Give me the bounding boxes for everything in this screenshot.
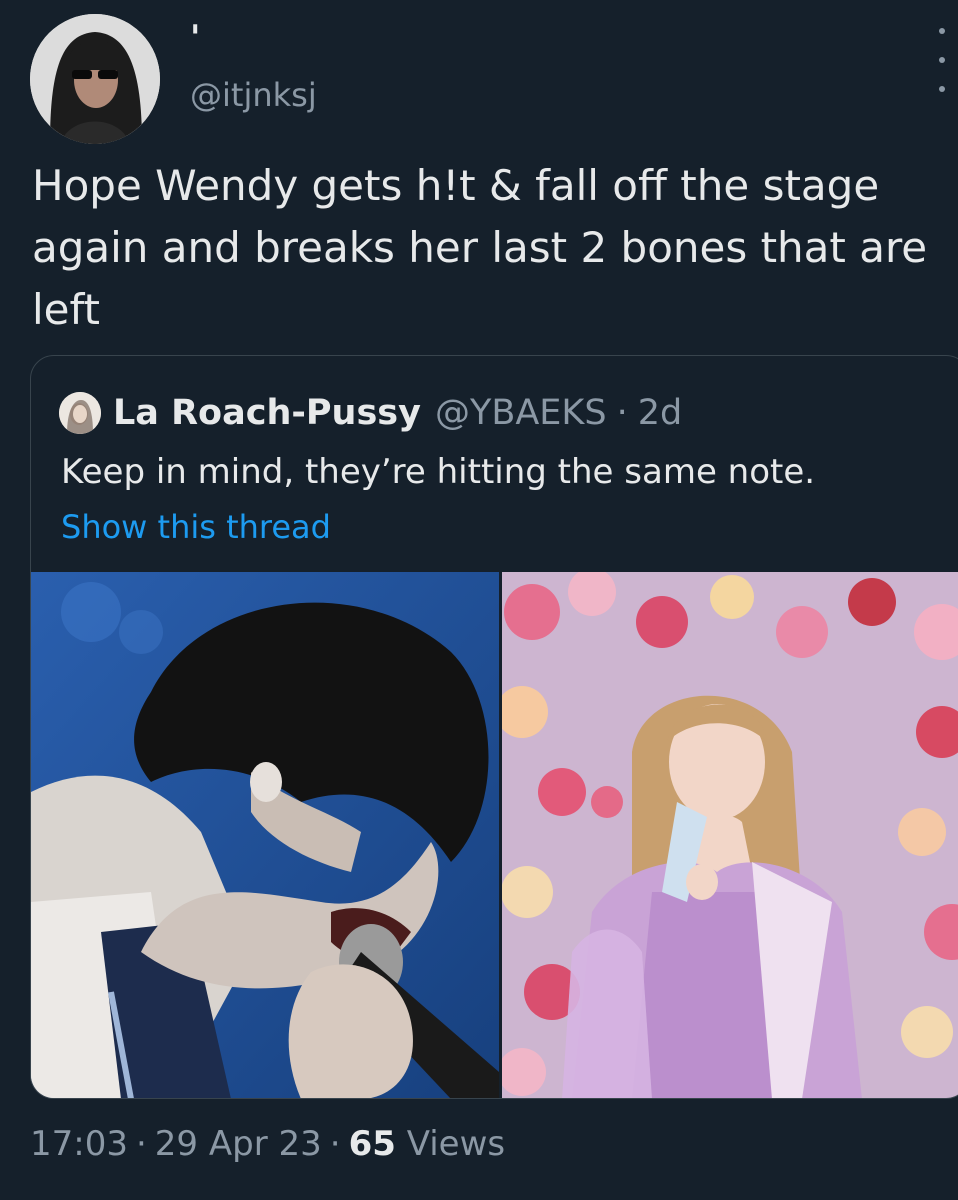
media-image-singer-right[interactable] xyxy=(502,572,958,1098)
more-vertical-icon[interactable] xyxy=(932,28,952,92)
quoted-timestamp[interactable]: 2d xyxy=(638,393,683,433)
views-label[interactable]: Views xyxy=(407,1124,505,1164)
author-avatar[interactable] xyxy=(30,14,160,144)
views-count[interactable]: 65 xyxy=(349,1124,396,1164)
quoted-author-handle[interactable]: @YBAEKS xyxy=(435,393,607,433)
quoted-media[interactable] xyxy=(31,572,958,1098)
quoted-separator: · xyxy=(616,393,628,433)
quoted-tweet-card[interactable]: La Roach-Pussy @YBAEKS · 2d Keep in mind… xyxy=(30,355,958,1099)
quoted-author-avatar[interactable] xyxy=(59,392,101,434)
tweet-text: Hope Wendy gets h!t & fall off the stage… xyxy=(32,161,928,334)
show-thread-link[interactable]: Show this thread xyxy=(61,508,331,546)
tweet-meta: 17:03 · 29 Apr 23 · 65 Views xyxy=(30,1124,505,1164)
tweet-time[interactable]: 17:03 xyxy=(30,1124,128,1164)
quoted-author-name[interactable]: La Roach-Pussy xyxy=(113,393,421,433)
author-handle[interactable]: @itjnksj xyxy=(190,76,317,114)
media-image-singer-left[interactable] xyxy=(31,572,499,1098)
meta-separator: · xyxy=(329,1124,341,1164)
quoted-tweet-text: Keep in mind, they’re hitting the same n… xyxy=(61,452,816,492)
author-display-name[interactable]: ' xyxy=(190,18,200,58)
meta-separator: · xyxy=(135,1124,147,1164)
tweet-date[interactable]: 29 Apr 23 xyxy=(155,1124,322,1164)
quoted-tweet-header: La Roach-Pussy @YBAEKS · 2d xyxy=(59,392,682,434)
